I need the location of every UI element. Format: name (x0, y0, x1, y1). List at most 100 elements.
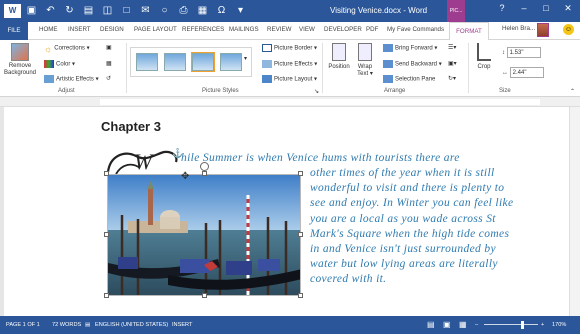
status-mode[interactable]: INSERT (172, 322, 192, 328)
collapse-ribbon-icon[interactable]: ⌃ (570, 88, 575, 95)
resize-handle-right[interactable] (298, 232, 303, 237)
minimize-button[interactable]: – (516, 3, 532, 14)
artistic-effects-button[interactable]: Artistic Effects ▾ (44, 75, 99, 83)
maximize-button[interactable]: □ (538, 3, 554, 14)
corrections-sun-icon: ☼ (44, 44, 53, 54)
zoom-slider[interactable] (484, 324, 538, 325)
zoom-slider-thumb[interactable] (521, 321, 524, 329)
wrap-text-button[interactable]: Wrap Text ▾ (353, 43, 377, 78)
print-preview-icon[interactable]: ▤ (80, 4, 97, 18)
resize-handle-top[interactable] (202, 171, 207, 176)
rotate-handle-icon[interactable] (200, 162, 209, 171)
tab-my-fave-commands[interactable]: My Fave Commands (387, 26, 444, 33)
open-folder-icon[interactable]: ◫ (99, 4, 116, 18)
tab-home[interactable]: HOME (39, 26, 58, 33)
adjust-group-label: Adjust (58, 88, 75, 94)
height-input[interactable]: 1.53" (506, 47, 541, 58)
compress-pictures-icon[interactable]: ▣ (106, 44, 112, 51)
proofing-icon[interactable]: ▤ (85, 322, 90, 328)
send-backward-button[interactable]: Send Backward ▾ (383, 60, 442, 68)
status-language[interactable]: ENGLISH (UNITED STATES) (95, 322, 168, 328)
email-icon[interactable]: ✉ (137, 4, 154, 18)
rotate-icon[interactable]: ↻▾ (448, 75, 456, 82)
remove-background-icon (11, 43, 29, 61)
tab-review[interactable]: REVIEW (267, 26, 291, 33)
tab-design[interactable]: DESIGN (100, 26, 124, 33)
quick-print-icon[interactable]: ⎙ (175, 4, 192, 18)
crop-button[interactable]: Crop (472, 43, 496, 71)
user-name[interactable]: Helen Bra... ▾ (502, 25, 540, 32)
tab-format[interactable]: FORMAT (449, 22, 489, 41)
resize-handle-bottom[interactable] (202, 293, 207, 298)
tab-insert[interactable]: INSERT (68, 26, 91, 33)
print-layout-icon[interactable]: ▣ (443, 320, 451, 329)
tab-mailings[interactable]: MAILINGS (229, 26, 259, 33)
paragraph-line: Mark's Square when the high tide comes (310, 228, 510, 240)
tab-file[interactable]: FILE (0, 22, 28, 40)
web-layout-icon[interactable]: ▦ (459, 320, 467, 329)
new-document-icon[interactable]: □ (118, 4, 135, 18)
undo-icon[interactable]: ↶ (42, 4, 59, 18)
feedback-smiley-icon[interactable]: ☺ (563, 24, 574, 35)
chapter-heading[interactable]: Chapter 3 (101, 119, 161, 134)
reset-picture-icon[interactable]: ↺ (106, 75, 111, 82)
width-icon: ↔ (502, 70, 508, 76)
tab-pdf[interactable]: PDF (366, 26, 378, 33)
resize-handle-top-left[interactable] (104, 171, 109, 176)
dropcap-ornament: W (106, 149, 178, 175)
picture-border-button[interactable]: Picture Border ▾ (262, 44, 317, 52)
resize-handle-bottom-left[interactable] (104, 293, 109, 298)
remove-background-button[interactable]: Remove Background (3, 43, 37, 77)
picture-layout-button[interactable]: Picture Layout ▾ (262, 75, 317, 83)
vertical-scrollbar[interactable] (569, 107, 580, 316)
picture-style-3[interactable] (191, 52, 215, 72)
venice-photo[interactable] (107, 174, 301, 296)
ribbon-tabs: FILE HOME INSERT DESIGN PAGE LAYOUT REFE… (0, 22, 580, 41)
ribbon: Remove Background ☼ Corrections ▾ Color ▾… (0, 40, 580, 97)
zoom-level[interactable]: 170% (552, 322, 566, 328)
tab-developer[interactable]: DEVELOPER (324, 26, 362, 33)
bring-forward-button[interactable]: Bring Forward ▾ (383, 44, 437, 52)
window-controls: ? – □ ✕ (494, 3, 576, 14)
resize-handle-bottom-right[interactable] (298, 293, 303, 298)
width-input[interactable]: 2.44" (509, 67, 544, 78)
corrections-button[interactable]: ☼ Corrections ▾ (44, 44, 90, 54)
redo-icon[interactable]: ↻ (61, 4, 78, 18)
resize-handle-top-right[interactable] (298, 171, 303, 176)
omega-symbol-icon[interactable]: Ω (213, 4, 230, 18)
group-icon[interactable]: ▣▾ (448, 60, 457, 67)
tab-page-layout[interactable]: PAGE LAYOUT (134, 26, 177, 33)
circle-icon[interactable]: ○ (156, 4, 173, 18)
picture-effects-button[interactable]: Picture Effects ▾ (262, 60, 317, 68)
customize-qat-icon[interactable]: ▾ (232, 4, 249, 18)
change-picture-icon[interactable]: ▦ (106, 60, 112, 67)
align-icon[interactable]: ☰▾ (448, 44, 456, 51)
tab-references[interactable]: REFERENCES (182, 26, 224, 33)
arrange-group-label: Arrange (384, 88, 406, 94)
zoom-in-icon[interactable]: + (541, 322, 544, 328)
help-button[interactable]: ? (494, 3, 510, 14)
document-title: Visiting Venice.docx - Word (330, 6, 428, 15)
save-icon[interactable]: ▣ (23, 4, 40, 18)
word-logo-icon: W (4, 4, 21, 18)
picture-styles-gallery[interactable] (130, 47, 252, 77)
close-button[interactable]: ✕ (560, 3, 576, 14)
read-mode-icon[interactable]: ▤ (427, 320, 435, 329)
tab-view[interactable]: VIEW (299, 26, 315, 33)
separator (126, 43, 127, 93)
resize-handle-left[interactable] (104, 232, 109, 237)
color-button[interactable]: Color ▾ (44, 60, 75, 68)
dialog-launcher-icon[interactable]: ↘ (314, 88, 319, 95)
status-word-count[interactable]: 72 WORDS (52, 322, 81, 328)
avatar[interactable] (537, 23, 549, 37)
selection-pane-button[interactable]: Selection Pane (383, 75, 435, 83)
zoom-out-icon[interactable]: – (475, 322, 478, 328)
picture-style-4[interactable] (220, 53, 242, 71)
table-icon[interactable]: ▦ (194, 4, 211, 18)
position-button[interactable]: Position (326, 43, 352, 71)
picture-style-1[interactable] (136, 53, 158, 71)
gallery-more-icon[interactable]: ▾ (244, 55, 247, 62)
paragraph-line: wonderful to visit and there is plenty t… (310, 182, 505, 194)
status-page[interactable]: PAGE 1 OF 1 (6, 322, 40, 328)
picture-style-2[interactable] (164, 53, 186, 71)
